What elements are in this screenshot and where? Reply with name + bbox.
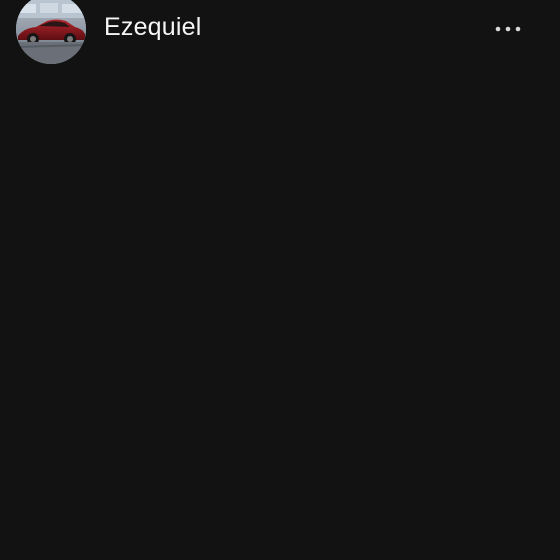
- story-screen: Ezequiel: [0, 0, 560, 560]
- story-header: Ezequiel: [0, 0, 560, 64]
- profile-username[interactable]: Ezequiel: [104, 12, 202, 42]
- car-photo-avatar-icon: [16, 0, 86, 64]
- more-horizontal-icon: [495, 26, 521, 32]
- more-options-button[interactable]: [490, 16, 526, 42]
- story-content: [0, 64, 560, 560]
- avatar[interactable]: [16, 0, 86, 64]
